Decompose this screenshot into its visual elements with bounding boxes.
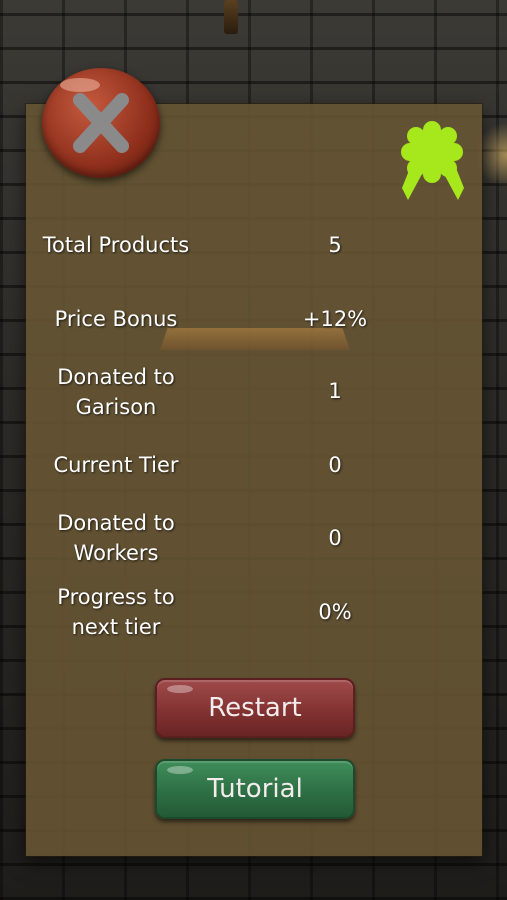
current-tier-label: Current Tier xyxy=(53,453,179,477)
progress-label-line2: next tier xyxy=(71,615,161,639)
total-products-label: Total Products xyxy=(42,233,190,257)
donated-garison-value: 1 xyxy=(328,379,342,403)
close-icon xyxy=(73,93,129,153)
current-tier-value: 0 xyxy=(328,453,342,477)
progress-value: 0% xyxy=(318,600,352,624)
donated-workers-label-line2: Workers xyxy=(73,541,159,565)
close-button[interactable] xyxy=(42,68,160,178)
total-products-value: 5 xyxy=(328,233,342,257)
donated-workers-label: Donated to Workers xyxy=(34,508,198,568)
price-bonus-value: +12% xyxy=(302,307,368,331)
price-bonus-label: Price Bonus xyxy=(54,307,178,331)
button-gloss xyxy=(167,685,193,693)
restart-button-label: Restart xyxy=(208,693,302,723)
ribbon-award-icon xyxy=(401,121,464,200)
tutorial-button-label: Tutorial xyxy=(207,774,303,804)
donated-workers-value: 0 xyxy=(328,526,342,550)
progress-label: Progress to next tier xyxy=(34,582,198,642)
button-gloss xyxy=(167,766,193,774)
donated-garison-label-line1: Donated to xyxy=(57,365,175,389)
donated-garison-label: Donated to Garison xyxy=(34,362,198,422)
donated-workers-label-line1: Donated to xyxy=(57,511,175,535)
torch-sconce xyxy=(224,0,238,34)
restart-button[interactable]: Restart xyxy=(155,678,355,738)
progress-label-line1: Progress to xyxy=(57,585,175,609)
stats-panel xyxy=(26,104,482,856)
tutorial-button[interactable]: Tutorial xyxy=(155,759,355,819)
donated-garison-label-line2: Garison xyxy=(75,395,157,419)
